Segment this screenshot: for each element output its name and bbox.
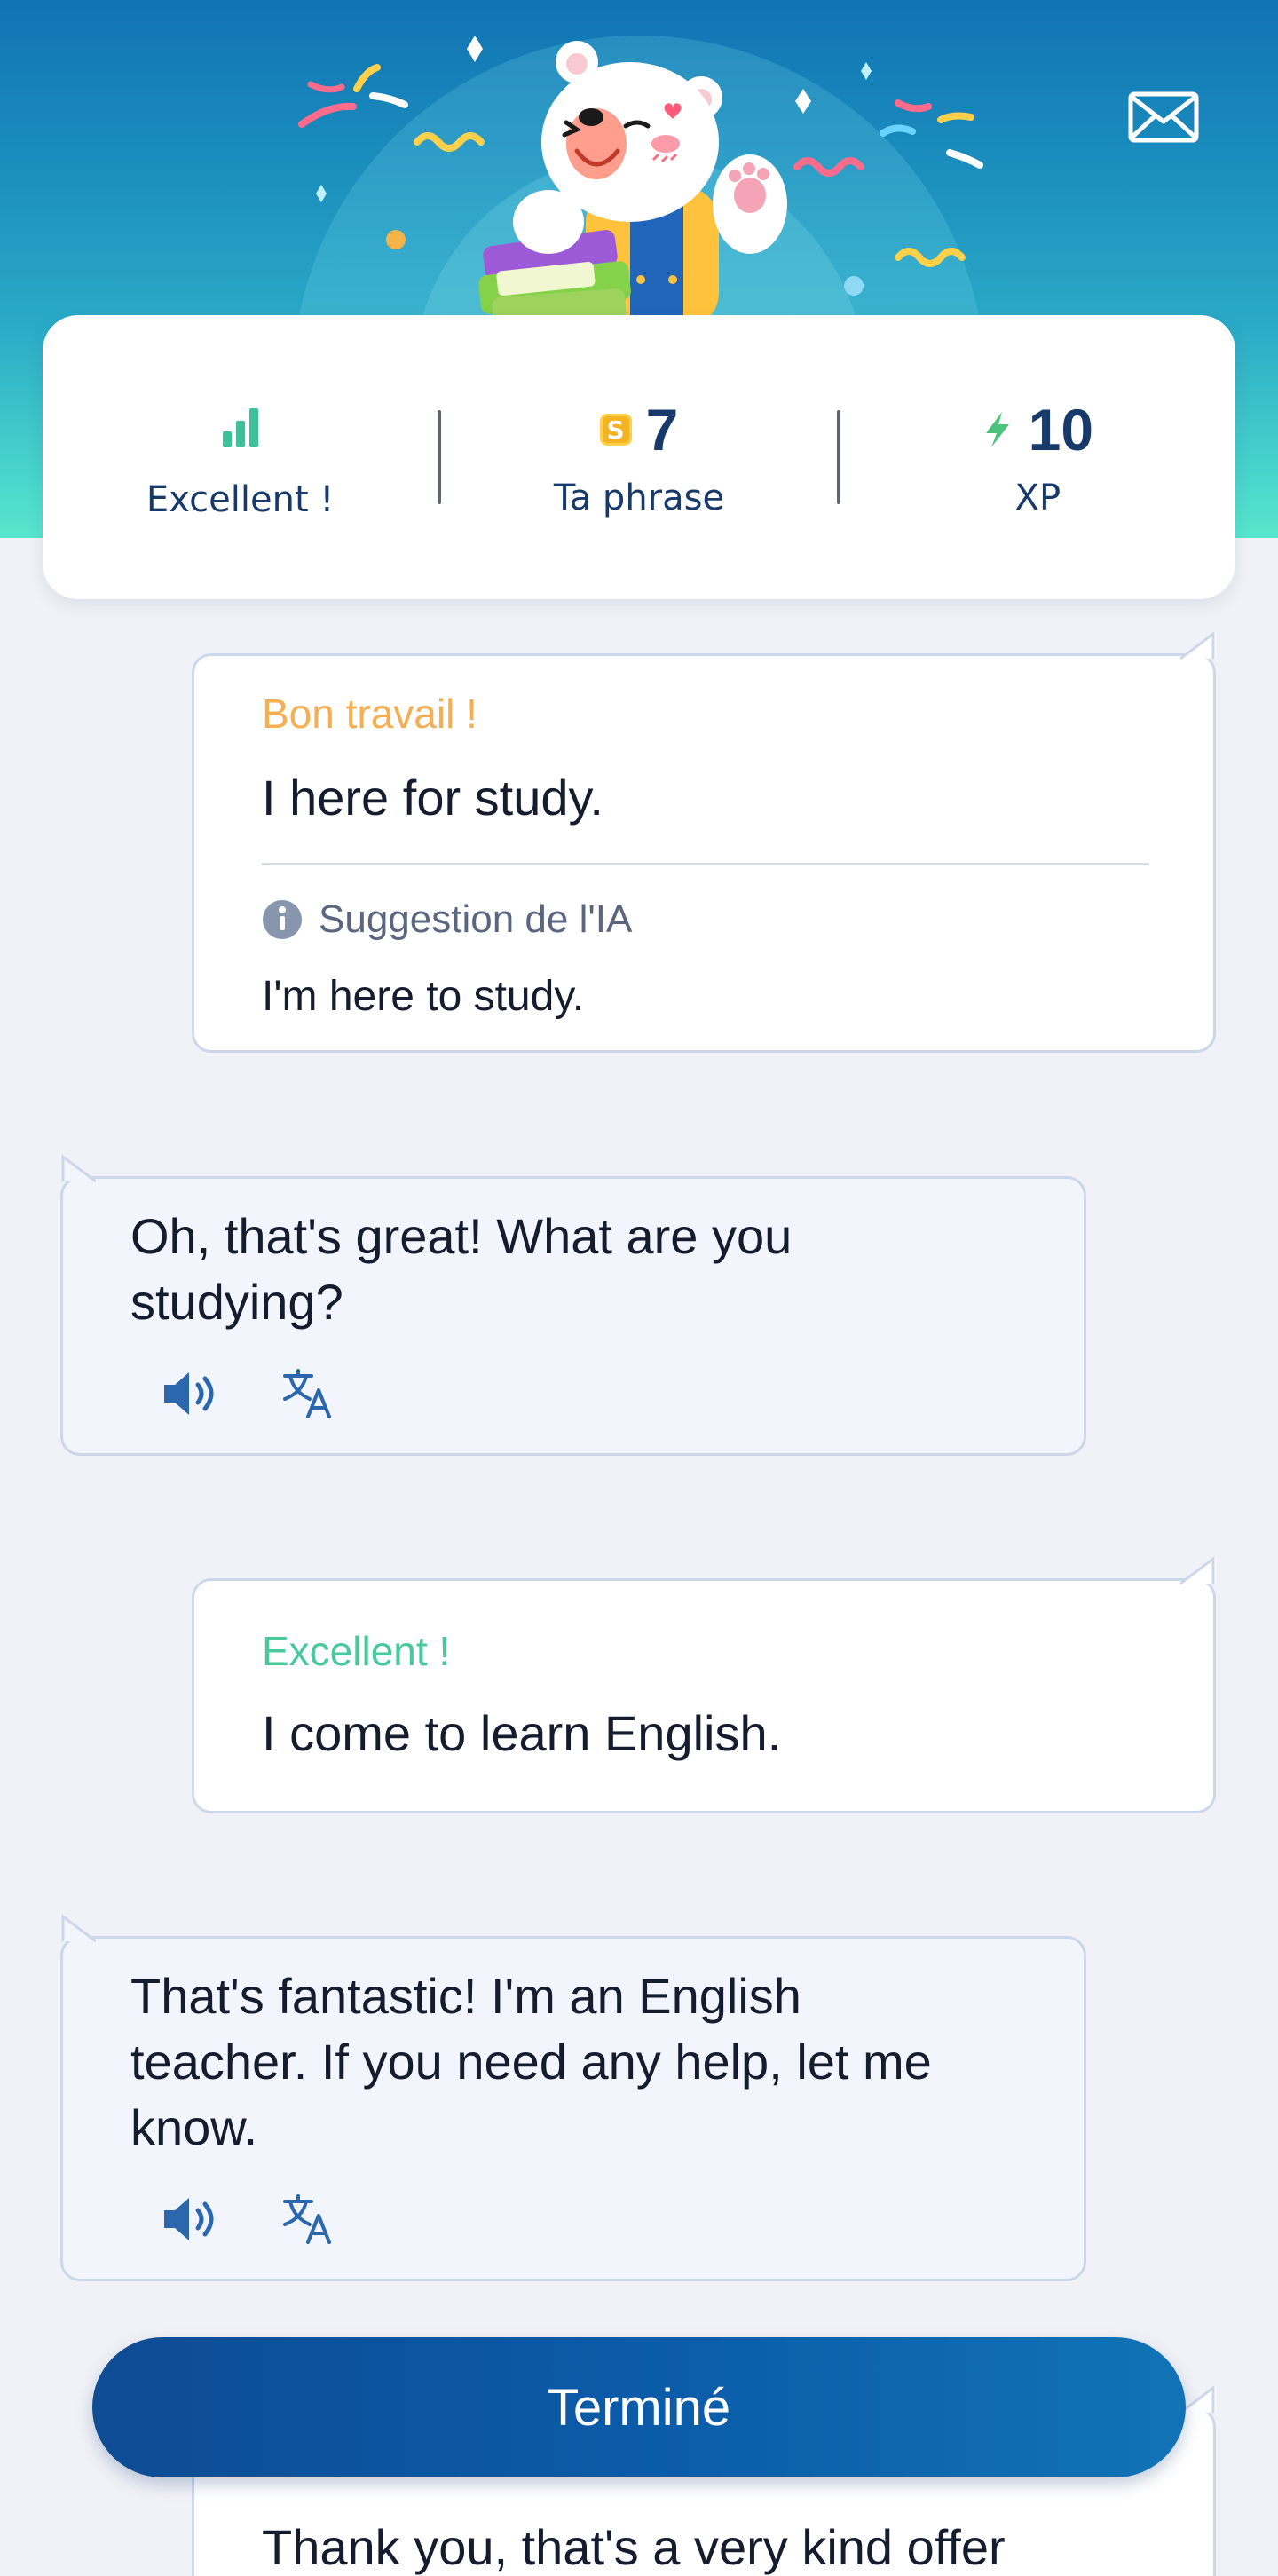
stat-rating: Excellent !	[43, 315, 438, 599]
play-audio-button[interactable]	[161, 1369, 219, 1418]
coin-s-icon: S	[599, 414, 632, 446]
bot-message-line: know.	[130, 2099, 258, 2155]
message-actions	[161, 2193, 335, 2246]
ai-suggestion-text: I'm here to study.	[262, 973, 585, 1020]
user-message-text: I come to learn English.	[262, 1705, 782, 1761]
feedback-label: Excellent !	[262, 1628, 451, 1674]
user-message-bubble: Excellent ! I come to learn English.	[192, 1556, 1216, 1813]
stat-sentence: S 7 Ta phrase	[441, 315, 836, 599]
bot-message-line: studying?	[130, 1274, 343, 1330]
stat-sentence-label: Ta phrase	[553, 478, 725, 518]
user-message-text: I here for study.	[262, 770, 604, 826]
envelope-icon	[1128, 91, 1199, 143]
translate-button[interactable]	[281, 1367, 335, 1420]
bubble-tail	[1180, 1556, 1216, 1585]
translate-icon	[283, 1369, 331, 1418]
bot-message-line: That's fantastic! I'm an English	[130, 1968, 801, 2024]
user-message-text: Thank you, that's a very kind offer	[262, 2519, 1006, 2575]
feedback-label: Bon travail !	[262, 691, 477, 737]
bot-message-line: Oh, that's great! What are you	[130, 1208, 793, 1264]
lightning-icon	[985, 412, 1009, 447]
stat-xp-value: 10	[1028, 397, 1094, 462]
mail-button[interactable]	[1127, 89, 1200, 146]
ai-suggestion-label: Suggestion de l'IA	[319, 897, 633, 941]
bot-message-bubble: Oh, that's great! What are you studying?	[60, 1154, 1086, 1456]
translate-icon	[283, 2194, 331, 2244]
signal-bars-icon	[222, 408, 258, 447]
polar-bear-mascot	[478, 41, 787, 320]
bubble-tail	[1180, 631, 1216, 660]
divider	[262, 863, 1149, 865]
ai-suggestion-header: Suggestion de l'IA	[262, 897, 632, 942]
bubble-tail	[60, 1914, 96, 1943]
speaker-icon	[164, 1372, 214, 1415]
message-actions	[161, 1367, 335, 1420]
stat-rating-label: Excellent !	[146, 479, 335, 520]
user-message-bubble: Bon travail ! I here for study. Suggesti…	[192, 631, 1216, 1053]
stat-xp-label: XP	[1014, 478, 1061, 518]
bubble-tail	[1180, 2385, 1216, 2414]
stat-xp: 10 XP	[840, 315, 1235, 599]
info-icon	[263, 900, 302, 939]
speaker-icon	[164, 2198, 214, 2240]
bot-message-line: teacher. If you need any help, let me	[130, 2034, 932, 2090]
bot-message-bubble: That's fantastic! I'm an English teacher…	[60, 1914, 1086, 2281]
stat-sentence-value: 7	[645, 397, 679, 462]
play-audio-button[interactable]	[161, 2194, 219, 2244]
translate-button[interactable]	[281, 2193, 335, 2246]
stats-card: Excellent ! S 7 Ta phrase 10 XP	[43, 315, 1235, 599]
bubble-tail	[60, 1154, 96, 1183]
done-button[interactable]: Terminé	[92, 2337, 1186, 2477]
